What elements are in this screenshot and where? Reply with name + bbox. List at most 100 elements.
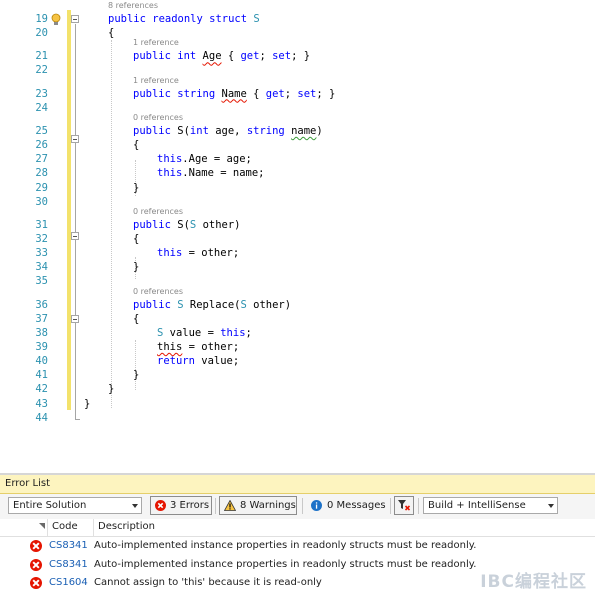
code-text[interactable]: { [133,312,139,326]
error-list-title-bar[interactable]: Error List [0,475,595,494]
code-text[interactable]: } [108,382,114,396]
code-text[interactable]: } [133,181,139,195]
codelens-references[interactable]: 0 references [133,113,183,123]
error-code-link[interactable]: CS1604 [49,577,88,588]
code-token: Replace( [183,298,241,311]
code-text[interactable]: this.Name = name; [157,166,264,180]
warning-icon [224,500,236,511]
error-list-header: Code Description [0,519,595,537]
code-token: value = [163,326,221,339]
code-line: 25 public S(int age, string name) [0,124,595,138]
code-text[interactable]: this = other; [157,246,239,260]
line-number: 25 [35,124,48,137]
line-number: 26 [35,139,48,152]
code-text[interactable]: this.Age = age; [157,152,252,166]
error-description: Auto-implemented instance properties in … [94,540,477,551]
codelens-references[interactable]: 1 reference [133,38,179,48]
keyword-token: get [265,87,285,100]
codelens-references[interactable]: 8 references [108,1,158,11]
line-number: 27 [35,153,48,166]
line-number: 29 [35,181,48,194]
code-text[interactable]: public S(S other) [133,218,241,232]
line-number: 36 [35,298,48,311]
errors-filter-button[interactable]: 3 Errors [150,496,212,515]
code-text[interactable]: S value = this; [157,326,252,340]
chevron-down-icon [132,504,138,508]
code-text[interactable]: public S Replace(S other) [133,298,291,312]
keyword-token: return [157,355,195,368]
code-text[interactable]: public string Name { get; set; } [133,87,335,101]
code-line: 24 [0,101,595,115]
code-text[interactable]: this = other; [157,340,239,354]
line-number: 33 [35,247,48,260]
codelens-references[interactable]: 0 references [133,287,183,297]
code-text[interactable]: public S(int age, string name) [133,124,323,138]
code-token: other) [196,218,241,231]
messages-filter-button[interactable]: 0 Messages [306,496,386,515]
code-token: ) [316,124,323,137]
code-line: 27 this.Age = age; [0,152,595,166]
error-code-link[interactable]: CS8341 [49,540,88,551]
scope-dropdown[interactable]: Entire Solution [8,497,142,514]
warnings-filter-button[interactable]: 8 Warnings [219,496,297,515]
code-line: 39 this = other; [0,340,595,354]
code-text[interactable]: public int Age { get; set; } [133,49,310,63]
line-number: 20 [35,27,48,40]
line-number: 41 [35,369,48,382]
code-token: ; [284,87,298,100]
code-text[interactable]: { [133,232,139,246]
column-header-description[interactable]: Description [93,519,595,536]
error-icon [30,540,42,552]
code-text[interactable]: { [108,26,114,40]
keyword-token: this [157,153,183,166]
code-token: other) [246,298,292,311]
code-token: { [133,312,140,325]
error-row[interactable]: CS8341 Auto-implemented instance properti… [0,538,595,556]
code-line: 36 public S Replace(S other) [0,298,595,312]
chevron-down-icon [548,504,554,508]
code-line: 37 { [0,312,595,326]
line-number: 31 [35,218,48,231]
build-intellisense-dropdown[interactable]: Build + IntelliSense [423,497,558,514]
code-text[interactable]: public readonly struct S [108,12,260,26]
line-number: 21 [35,50,48,63]
codelens-references[interactable]: 1 reference [133,76,179,86]
column-description-label: Description [98,521,155,532]
code-line: 34} [0,260,595,274]
squiggle-token: Name [221,87,247,100]
code-line: 26 { [0,138,595,152]
filter-clear-button[interactable] [394,496,414,515]
keyword-token: int [189,124,216,137]
code-line: 23 public string Name { get; set; } [0,87,595,101]
code-text[interactable]: } [84,397,90,411]
codelens-references[interactable]: 0 references [133,207,183,217]
error-description: Cannot assign to 'this' because it is re… [94,577,322,588]
code-token: { [246,87,266,100]
keyword-token: get [240,50,260,63]
column-header-code[interactable]: Code [47,519,93,536]
keyword-token: string [246,124,292,137]
sort-icon [39,523,45,529]
code-text[interactable]: { [133,138,139,152]
keyword-token: this [220,326,246,339]
squiggle-token: this [157,341,183,353]
code-text[interactable]: return value; [157,354,239,368]
code-token: { [221,50,241,63]
code-token: ; [259,50,273,63]
line-number: 44 [35,411,48,424]
code-text[interactable]: } [133,260,139,274]
code-text[interactable]: } [133,368,139,382]
code-token: } [108,383,115,396]
error-code-link[interactable]: CS8341 [49,559,88,570]
toolbar-separator [390,498,391,514]
error-icon [30,558,42,571]
code-line: 43} [0,397,595,411]
line-number: 30 [35,195,48,208]
keyword-token: public [133,218,178,231]
code-token: } [133,261,140,274]
line-number: 32 [35,232,48,245]
code-editor[interactable]: 8 references 19 public readonly struct S 20… [0,0,595,468]
error-list-panel: Error List Entire Solution 3 Errors 8 Wa… [0,473,595,597]
code-line: 21 public int Age { get; set; } [0,49,595,63]
code-token: { [133,139,140,152]
